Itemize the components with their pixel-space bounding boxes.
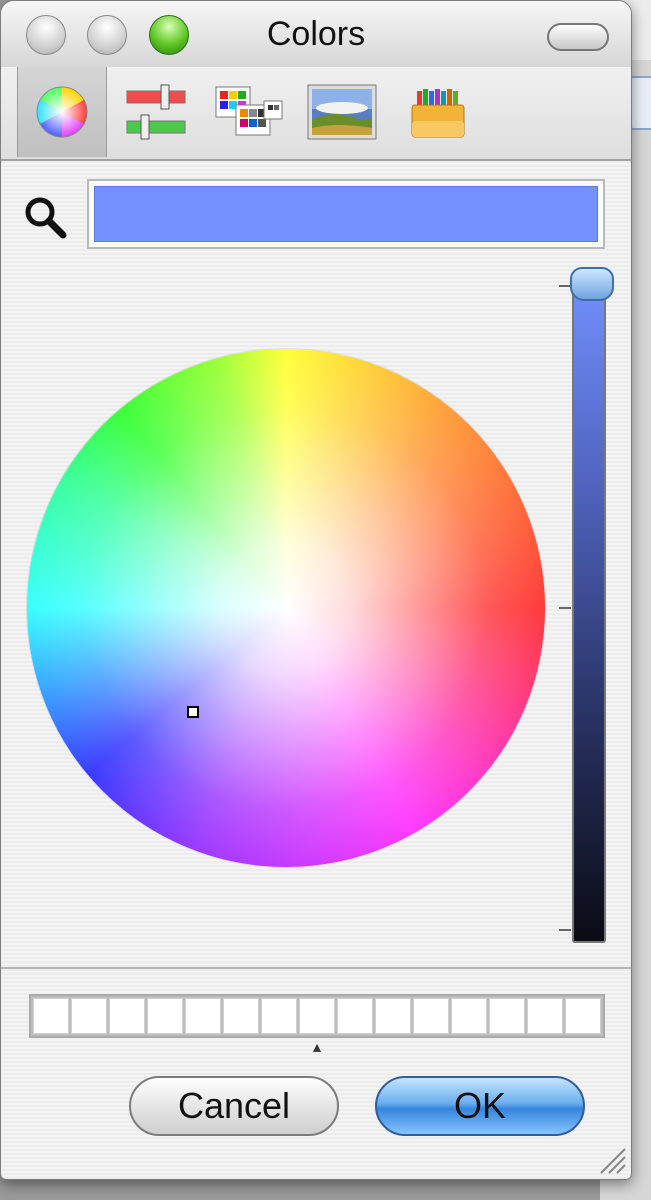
custom-swatch[interactable] (527, 998, 563, 1034)
brightness-tick-bottom (559, 929, 571, 931)
color-mode-toolbar (1, 67, 631, 161)
swatch-resize-handle[interactable]: ▴ (308, 1040, 326, 1056)
color-wheel-icon (36, 86, 88, 138)
color-palettes-mode-button[interactable] (207, 67, 293, 157)
custom-swatch[interactable] (565, 998, 601, 1034)
color-sliders-mode-button[interactable] (113, 67, 199, 157)
panel-divider (1, 967, 631, 969)
title-bar[interactable]: Colors (1, 1, 631, 68)
custom-swatch[interactable] (299, 998, 335, 1034)
toolbar-toggle-button[interactable] (547, 23, 609, 51)
color-wheel-center-glow (27, 349, 545, 867)
custom-swatch[interactable] (71, 998, 107, 1034)
colors-panel: Colors ▴ Cancel OK (0, 0, 632, 1180)
current-color-swatch (94, 186, 598, 242)
custom-swatch[interactable] (147, 998, 183, 1034)
brightness-tick-middle (559, 607, 571, 609)
custom-swatch[interactable] (261, 998, 297, 1034)
color-wheel-cursor[interactable] (187, 706, 199, 718)
custom-swatch[interactable] (375, 998, 411, 1034)
cancel-button[interactable]: Cancel (129, 1076, 339, 1136)
color-sliders-icon (126, 84, 186, 140)
color-wheel[interactable] (27, 349, 545, 867)
custom-swatch[interactable] (223, 998, 259, 1034)
brightness-slider-knob[interactable] (570, 267, 614, 301)
window-title: Colors (266, 15, 366, 53)
custom-swatch[interactable] (109, 998, 145, 1034)
custom-swatch[interactable] (185, 998, 221, 1034)
brightness-slider[interactable] (572, 273, 606, 943)
color-palettes-icon (215, 86, 283, 136)
custom-swatch[interactable] (33, 998, 69, 1034)
magnifier-icon[interactable] (21, 193, 69, 241)
crayons-mode-button[interactable] (395, 67, 481, 157)
current-color-well[interactable] (87, 179, 605, 249)
custom-swatch[interactable] (337, 998, 373, 1034)
resize-grip-icon[interactable] (591, 1139, 627, 1175)
custom-swatch[interactable] (413, 998, 449, 1034)
ok-button[interactable]: OK (375, 1076, 585, 1136)
custom-swatch-row[interactable] (29, 994, 605, 1038)
custom-swatch[interactable] (489, 998, 525, 1034)
custom-swatch[interactable] (451, 998, 487, 1034)
image-palettes-icon (307, 84, 377, 140)
crayons-icon (411, 89, 465, 138)
color-wheel-mode-button[interactable] (17, 67, 107, 157)
image-palettes-mode-button[interactable] (299, 67, 385, 157)
